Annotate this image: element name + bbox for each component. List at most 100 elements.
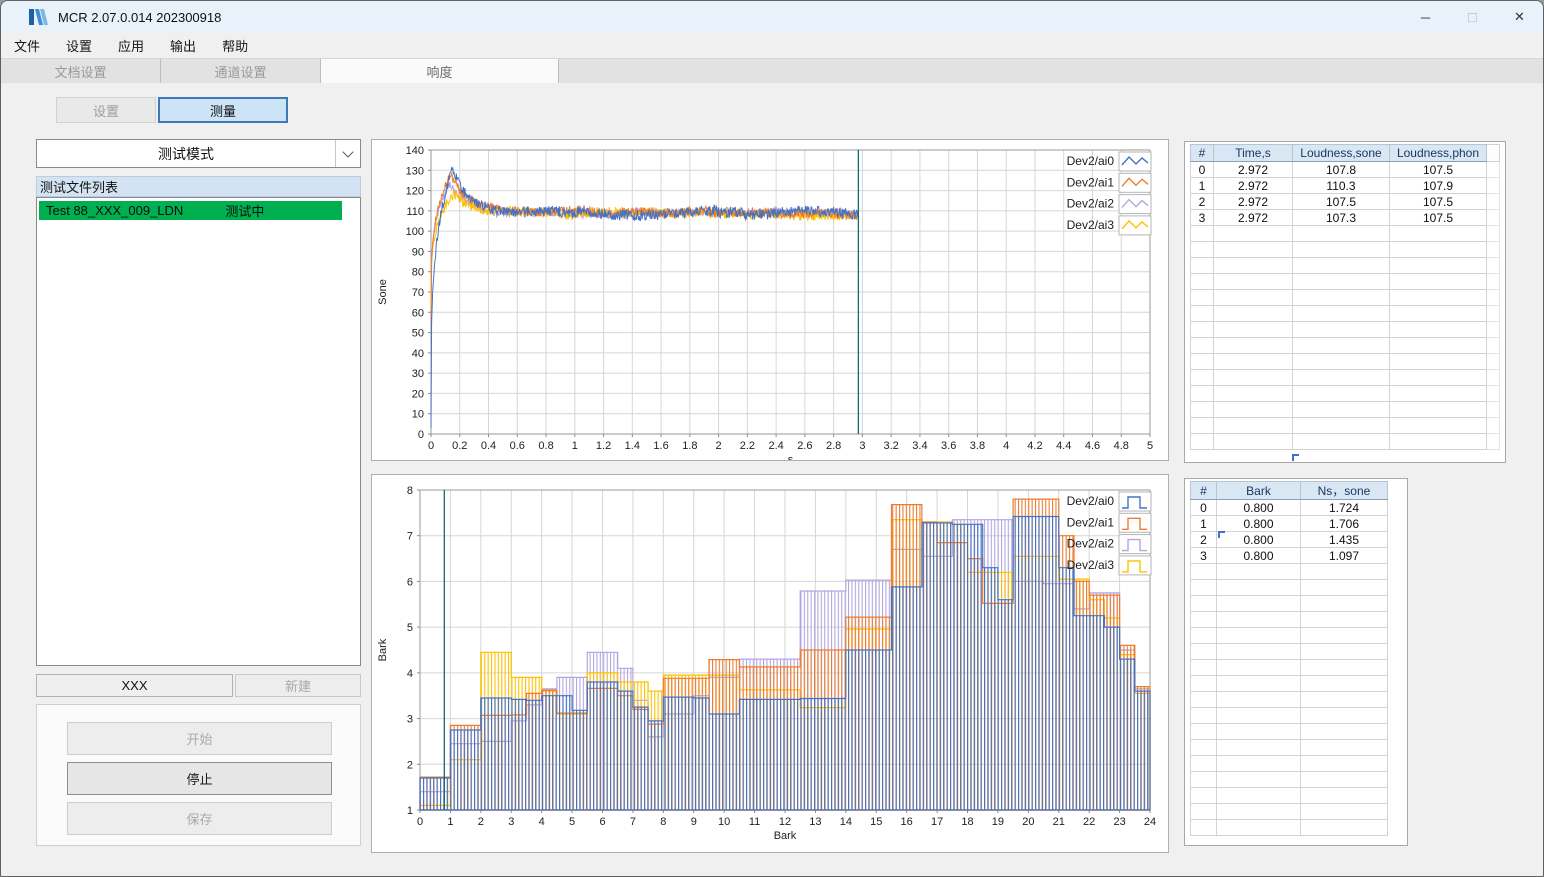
table-row[interactable]: [1190, 225, 1500, 242]
start-button[interactable]: 开始: [67, 722, 332, 755]
filler-cell: [1486, 177, 1500, 194]
table-cell: [1190, 707, 1217, 724]
y-tick-label: 100: [406, 226, 424, 238]
filler-cell: [1486, 161, 1500, 178]
table-row[interactable]: [1190, 691, 1388, 708]
table-cell: [1190, 755, 1217, 772]
table-row[interactable]: [1190, 321, 1500, 338]
table-row[interactable]: 0 0.800 1.724: [1190, 499, 1388, 516]
table-row[interactable]: 3 2.972 107.3 107.5: [1190, 209, 1500, 226]
table-row[interactable]: [1190, 755, 1388, 772]
table-cell: [1389, 321, 1487, 338]
table-row[interactable]: [1190, 595, 1388, 612]
table-row[interactable]: [1190, 337, 1500, 354]
x-tick-label: 0.4: [481, 440, 496, 452]
table-row[interactable]: [1190, 257, 1500, 274]
table-row[interactable]: 3 0.800 1.097: [1190, 547, 1388, 564]
table-row[interactable]: [1190, 369, 1500, 386]
save-button[interactable]: 保存: [67, 802, 332, 835]
menu-item-4[interactable]: 帮助: [209, 33, 261, 58]
table-cell: 107.8: [1292, 161, 1390, 178]
table-row[interactable]: [1190, 787, 1388, 804]
table-row[interactable]: [1190, 739, 1388, 756]
column-header[interactable]: Ns，sone: [1300, 481, 1388, 500]
table-cell: [1292, 321, 1390, 338]
test-file-item[interactable]: Test 88_XXX_009_LDN 测试中: [39, 201, 342, 220]
table-row[interactable]: [1190, 385, 1500, 402]
table-row[interactable]: [1190, 273, 1500, 290]
table-row[interactable]: [1190, 675, 1388, 692]
view-button-1[interactable]: 测量: [158, 97, 288, 123]
column-header[interactable]: Loudness,phon: [1389, 144, 1487, 162]
test-file-list[interactable]: Test 88_XXX_009_LDN 测试中: [36, 197, 361, 666]
column-header[interactable]: Bark: [1216, 481, 1301, 500]
y-tick-label: 40: [412, 348, 424, 360]
table-row[interactable]: [1190, 579, 1388, 596]
table-row[interactable]: [1190, 611, 1388, 628]
loudness-time-chart[interactable]: 0 0.2 0.4 0.6 0.8 1 1.2 1.4 1.6 1.8 2 2.2 2.4 2.6 2.8 3…: [372, 140, 1168, 466]
table-cell: [1190, 819, 1217, 836]
minimize-button[interactable]: ─: [1402, 1, 1449, 33]
menu-item-1[interactable]: 设置: [53, 33, 105, 58]
table-row[interactable]: 2 2.972 107.5 107.5: [1190, 193, 1500, 210]
y-tick-label: 8: [407, 485, 413, 497]
table-row[interactable]: [1190, 707, 1388, 724]
table-row[interactable]: [1190, 819, 1388, 836]
table-row[interactable]: [1190, 627, 1388, 644]
table-row[interactable]: [1190, 643, 1388, 660]
table-row[interactable]: [1190, 241, 1500, 258]
table-cell: [1389, 353, 1487, 370]
filler-cell: [1486, 257, 1500, 274]
table-cell: 0: [1190, 161, 1214, 178]
table-row[interactable]: 1 0.800 1.706: [1190, 515, 1388, 532]
menu-item-2[interactable]: 应用: [105, 33, 157, 58]
new-button[interactable]: 新建: [235, 674, 361, 697]
test-mode-select[interactable]: 测试模式: [36, 139, 361, 168]
column-header[interactable]: Loudness,sone: [1292, 144, 1390, 162]
table-cell: [1190, 337, 1214, 354]
menu-item-3[interactable]: 输出: [157, 33, 209, 58]
table-cell: [1190, 305, 1214, 322]
table-row[interactable]: [1190, 417, 1500, 434]
x-tick-label: 13: [809, 816, 821, 828]
table-row[interactable]: [1190, 771, 1388, 788]
combo-arrow-box[interactable]: [335, 140, 360, 167]
x-tick-label: 24: [1144, 816, 1156, 828]
tab-1[interactable]: 通道设置: [161, 59, 321, 83]
column-header[interactable]: #: [1190, 144, 1214, 162]
tab-2[interactable]: 响度: [321, 59, 559, 83]
close-button[interactable]: ✕: [1496, 1, 1543, 33]
table-row[interactable]: [1190, 803, 1388, 820]
column-header[interactable]: #: [1190, 481, 1217, 500]
table-cell: 1: [1190, 515, 1217, 532]
x-tick-label: 6: [599, 816, 605, 828]
table-cell: [1190, 643, 1217, 660]
table-cell: 110.3: [1292, 177, 1390, 194]
table-row[interactable]: [1190, 353, 1500, 370]
table-row[interactable]: [1190, 401, 1500, 418]
view-button-0[interactable]: 设置: [56, 97, 156, 123]
table-cell: [1213, 273, 1293, 290]
table-row[interactable]: [1190, 305, 1500, 322]
menu-item-0[interactable]: 文件: [1, 33, 53, 58]
table-cell: [1292, 289, 1390, 306]
table-row[interactable]: 0 2.972 107.8 107.5: [1190, 161, 1500, 178]
table-row[interactable]: [1190, 289, 1500, 306]
tab-0[interactable]: 文档设置: [1, 59, 161, 83]
maximize-button[interactable]: □: [1449, 1, 1496, 33]
specific-loudness-chart[interactable]: 0 1 2 3 4 5 6 7 8 9 10 11 12 13 14 15 16 17 18 19 20 21 22 23 24…: [372, 475, 1168, 852]
file-name: Test 88_XXX_009_LDN: [46, 203, 184, 218]
xxx-button[interactable]: XXX: [36, 674, 233, 697]
table-cell: [1190, 273, 1214, 290]
column-header[interactable]: Time,s: [1213, 144, 1293, 162]
series-line-Dev2/ai0: [430, 166, 859, 428]
table-row[interactable]: [1190, 433, 1500, 450]
table-row[interactable]: [1190, 563, 1388, 580]
table-row[interactable]: [1190, 659, 1388, 676]
app-icon: [29, 9, 48, 25]
table-row[interactable]: [1190, 723, 1388, 740]
table-cell: 0.800: [1216, 531, 1301, 548]
table-row[interactable]: 1 2.972 110.3 107.9: [1190, 177, 1500, 194]
table-cell: [1213, 353, 1293, 370]
stop-button[interactable]: 停止: [67, 762, 332, 795]
